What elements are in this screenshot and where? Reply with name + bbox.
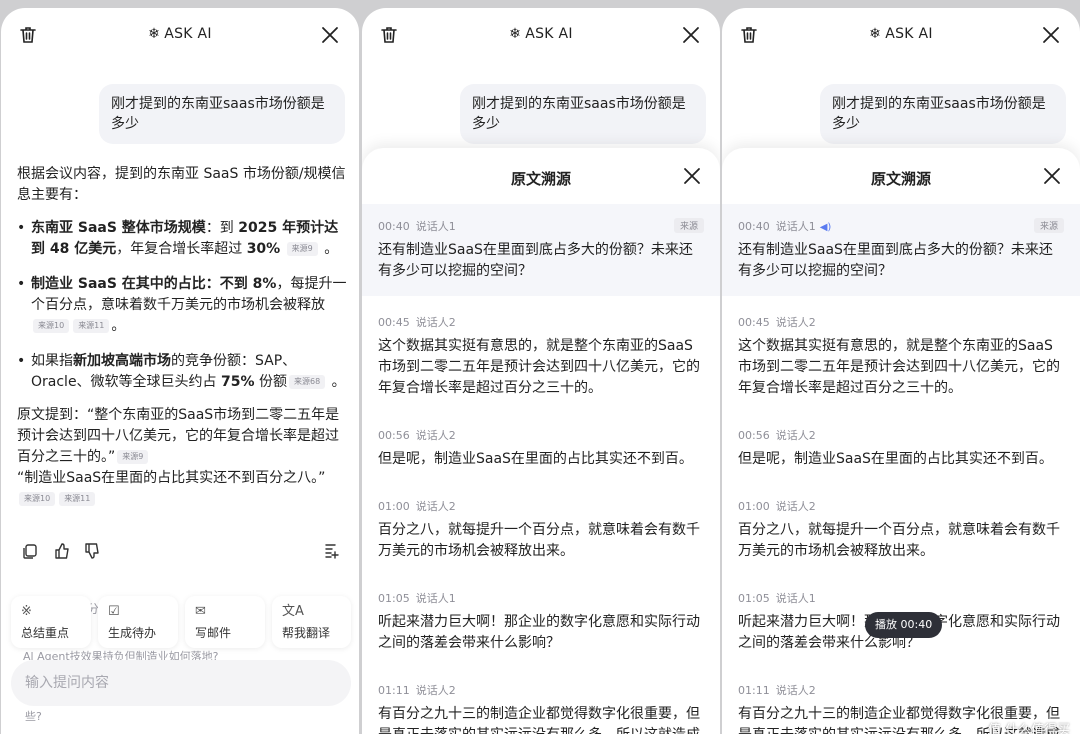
answer-list: 东南亚 SaaS 整体市场规模：到 2025 年预计达到 48 亿美元，年复合增… [17,218,347,393]
source-chip[interactable]: 来源11 [73,319,110,333]
ai-sparkle-icon: ❄ [509,26,522,42]
sheet-title: 原文溯源 [870,170,931,188]
answer-quote-2: “制造业SaaS在里面的占比其实还不到百分之八。” 来源10 来源11 [17,468,347,510]
answer-bullet: 制造业 SaaS 在其中的占比：不到 8%，每提升一个百分点，意味着数千万美元的… [17,274,347,337]
source-tag: 来源 [673,218,704,233]
source-chip[interactable]: 来源9 [117,450,149,464]
window-title: ❄ ASK AI [509,26,573,42]
asterisk-icon: ※ [21,604,32,619]
close-icon[interactable] [682,166,702,186]
transcript-entry[interactable]: 00:45 说话人2 这个数据其实挺有意思的，就是整个东南亚的SaaS市场到二零二五… [362,296,720,413]
user-question-bubble: 刚才提到的东南亚saas市场份额是多少 [99,84,345,144]
transcript-entry[interactable]: 01:11说话人2有百分之九十三的制造企业都觉得数字化很重要，但是真正去落实的其… [362,668,720,734]
ai-sparkle-icon: ❄ [869,26,882,42]
checkbox-icon: ☑ [108,604,120,619]
audio-wave-icon: ◀) [819,222,832,233]
source-chip[interactable]: 来源11 [59,492,96,506]
close-icon[interactable] [1042,166,1062,186]
add-note-icon[interactable] [323,542,341,560]
watermark: 值 什么值得买 [987,723,1070,734]
sheet-title: 原文溯源 [510,170,571,188]
top-bar: ❄ ASK AI [1,20,359,50]
question-input[interactable]: 输入提问内容 [11,660,351,706]
source-sheet: 原文溯源 00:40 说话人1 ◀) 来源 还有制造业SaaS在里面到底占多大的份额？未… [722,148,1080,734]
translate-icon: 文A [282,604,304,619]
answer-bullet: 东南亚 SaaS 整体市场规模：到 2025 年预计达到 48 亿美元，年复合增… [17,218,347,260]
transcript-entry[interactable]: 01:00 说话人2 百分之八，就每提升一个百分点，就意味着会有数千万美元的市场机会… [722,484,1080,576]
top-bar: ❄ ASK AI [722,20,1080,50]
transcript-entry[interactable]: 00:40 说话人1 ◀) 来源 还有制造业SaaS在里面到底占多大的份额？未来还有多少… [722,204,1080,296]
transcript-entry[interactable]: 00:40 说话人1 来源 还有制造业SaaS在里面到底占多大的份额？未来还有多少可以… [362,204,720,296]
thumbs-up-icon[interactable] [53,542,71,560]
ask-ai-answer-panel: ❄ ASK AI 刚才提到的东南亚saas市场份额是多少 根据会议内容，提到的东南… [1,8,359,734]
top-bar: ❄ ASK AI [362,20,720,50]
transcript-entry[interactable]: 00:45 说话人2 这个数据其实挺有意思的，就是整个东南亚的SaaS市场到二零二五… [722,296,1080,413]
transcript-list: 00:40 说话人1 ◀) 来源 还有制造业SaaS在里面到底占多大的份额？未来还有多少… [722,204,1080,734]
transcript-list: 00:40 说话人1 来源 还有制造业SaaS在里面到底占多大的份额？未来还有多少可以… [362,204,720,734]
window-title: ❄ ASK AI [869,26,933,42]
close-icon[interactable] [1040,24,1062,46]
source-tag: 来源 [1033,218,1064,233]
transcript-entry[interactable]: 01:00 说话人2 百分之八，就每提升一个百分点，就意味着会有数千万美元的市场机会… [362,484,720,576]
quick-action-todo[interactable]: ☑ 生成待办 [98,596,178,648]
source-chip[interactable]: 来源9 [286,242,318,256]
answer-bullet: 如果指新加坡高端市场的竞争份额：SAP、Oracle、微软等全球巨头约占 75%… [17,351,347,393]
ai-answer: 根据会议内容，提到的东南亚 SaaS 市场份额/规模信息主要有： 东南亚 Saa… [17,164,347,510]
answer-actions [21,542,351,564]
user-question-bubble: 刚才提到的东南亚saas市场份额是多少 [820,84,1066,144]
source-sheet: 原文溯源 00:40 说话人1 来源 还有制造业SaaS在里面到底占多大的份额？未来还… [362,148,720,734]
user-question-bubble: 刚才提到的东南亚saas市场份额是多少 [460,84,706,144]
answer-quote: 原文提到：“整个东南亚的SaaS市场到二零二五年是预计会达到四十八亿美元，它的年… [17,407,340,465]
quick-action-summarize[interactable]: ※ 总结重点 [11,596,91,648]
thumbs-down-icon[interactable] [83,542,101,560]
copy-icon[interactable] [21,542,39,560]
source-trace-panel: ❄ ASK AI 刚才提到的东南亚saas市场份额是多少 原文溯源 00:40 说话… [362,8,720,734]
close-icon[interactable] [319,24,341,46]
source-chip[interactable]: 来源10 [19,492,56,506]
quick-action-email[interactable]: ✉ 写邮件 [185,596,265,648]
quick-actions: ※ 总结重点 ☑ 生成待办 ✉ 写邮件 文A 帮我翻译 [11,596,351,652]
mail-icon: ✉ [195,604,206,619]
transcript-entry[interactable]: 00:56 说话人2 但是呢，制造业SaaS在里面的占比其实还不到百。 [362,413,720,484]
source-chip[interactable]: 来源10 [33,319,70,333]
quick-action-translate[interactable]: 文A 帮我翻译 [272,596,351,648]
ghost-suggestion-text: 些? [25,710,42,723]
playback-toast[interactable]: 播放 00:40 [865,612,943,638]
transcript-entry[interactable]: 01:05 说话人1 听起来潜力巨大啊！那企业的数字化意愿和实际行动之间的落差会带来… [362,576,720,668]
source-trace-playing-panel: ❄ ASK AI 刚才提到的东南亚saas市场份额是多少 原文溯源 00:40 说话… [722,8,1080,734]
transcript-entry[interactable]: 00:56 说话人2 但是呢，制造业SaaS在里面的占比其实还不到百。 [722,413,1080,484]
ai-sparkle-icon: ❄ [148,26,161,42]
source-chip[interactable]: 来源68 [288,375,326,389]
close-icon[interactable] [680,24,702,46]
answer-intro: 根据会议内容，提到的东南亚 SaaS 市场份额/规模信息主要有： [17,166,346,203]
window-title: ❄ ASK AI [148,26,212,42]
